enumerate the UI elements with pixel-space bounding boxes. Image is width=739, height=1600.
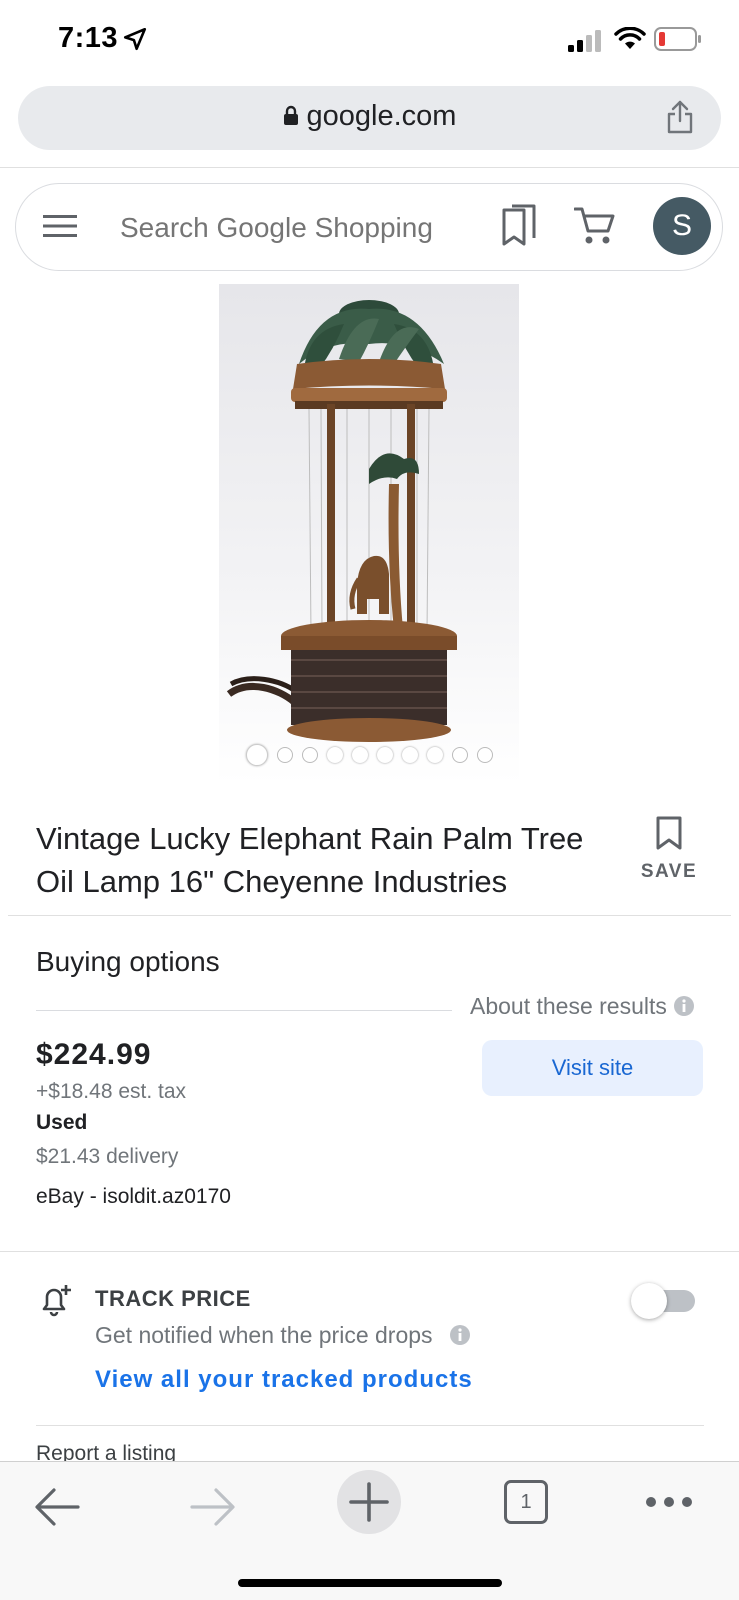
- bookmark-icon: [656, 816, 682, 850]
- toggle-knob: [631, 1283, 667, 1319]
- bell-plus-icon: [42, 1285, 71, 1317]
- shopping-cart-icon[interactable]: [574, 206, 616, 246]
- save-label: SAVE: [640, 861, 698, 882]
- carousel-dot[interactable]: [351, 747, 368, 763]
- url-bar[interactable]: google.com: [18, 86, 721, 150]
- product-photo: [226, 300, 457, 742]
- track-subtitle-text: Get notified when the price drops: [95, 1322, 433, 1348]
- plus-icon: [349, 1482, 389, 1522]
- divider: [0, 1251, 739, 1252]
- url-text: google.com: [306, 100, 457, 132]
- carousel-dot[interactable]: [301, 747, 318, 763]
- divider: [8, 915, 731, 916]
- product-image-carousel[interactable]: [219, 284, 519, 784]
- wifi-icon: [614, 27, 646, 49]
- carousel-dot[interactable]: [401, 747, 418, 763]
- price: $224.99: [36, 1038, 152, 1071]
- estimated-tax: +$18.48 est. tax: [36, 1080, 187, 1103]
- divider: [36, 1010, 452, 1011]
- about-results-link[interactable]: About these results: [470, 993, 695, 1020]
- lock-icon: [283, 105, 298, 125]
- about-results-label: About these results: [470, 993, 667, 1019]
- url-display[interactable]: google.com: [18, 100, 721, 133]
- status-time: 7:13: [58, 22, 119, 54]
- visit-site-button[interactable]: Visit site: [482, 1040, 703, 1096]
- info-icon[interactable]: [673, 995, 695, 1017]
- carousel-dot[interactable]: [276, 747, 293, 763]
- more-options-icon[interactable]: [645, 1492, 693, 1512]
- saved-bookmarks-icon[interactable]: [501, 204, 539, 248]
- carousel-dot[interactable]: [376, 747, 393, 763]
- status-bar: 7:13: [0, 0, 739, 80]
- delivery-cost: $21.43 delivery: [36, 1145, 179, 1168]
- carousel-dot[interactable]: [245, 744, 268, 766]
- forward-arrow-icon[interactable]: [190, 1486, 236, 1528]
- track-price-title: TRACK PRICE: [95, 1286, 251, 1311]
- search-input[interactable]: [120, 212, 480, 244]
- carousel-dot[interactable]: [451, 747, 468, 763]
- account-avatar[interactable]: S: [653, 197, 711, 255]
- divider: [36, 1425, 704, 1426]
- carousel-dots: [219, 744, 519, 766]
- location-arrow-icon: [123, 27, 147, 51]
- carousel-dot[interactable]: [426, 747, 443, 763]
- shopping-search-bar: S: [15, 183, 723, 271]
- battery-low-icon: [654, 27, 701, 51]
- item-condition: Used: [36, 1111, 88, 1134]
- product-title: Vintage Lucky Elephant Rain Palm Tree Oi…: [36, 821, 584, 899]
- tab-switcher-button[interactable]: 1: [504, 1480, 548, 1524]
- buying-options-heading: Buying options: [36, 946, 220, 977]
- info-icon[interactable]: [449, 1324, 471, 1346]
- track-price-subtitle: Get notified when the price drops: [95, 1322, 471, 1349]
- hamburger-menu-icon[interactable]: [43, 212, 77, 240]
- save-button[interactable]: SAVE: [634, 815, 704, 883]
- carousel-dot[interactable]: [476, 747, 493, 763]
- track-price-toggle[interactable]: [631, 1283, 697, 1319]
- tracked-products-link[interactable]: View all your tracked products: [95, 1366, 473, 1394]
- back-arrow-icon[interactable]: [34, 1486, 80, 1528]
- seller-name: eBay - isoldit.az0170: [36, 1185, 231, 1208]
- carousel-dot[interactable]: [326, 747, 343, 763]
- share-icon[interactable]: [665, 100, 695, 134]
- divider: [0, 167, 739, 168]
- signal-icon: [568, 30, 601, 52]
- home-indicator[interactable]: [238, 1579, 502, 1587]
- new-tab-button[interactable]: [337, 1470, 401, 1534]
